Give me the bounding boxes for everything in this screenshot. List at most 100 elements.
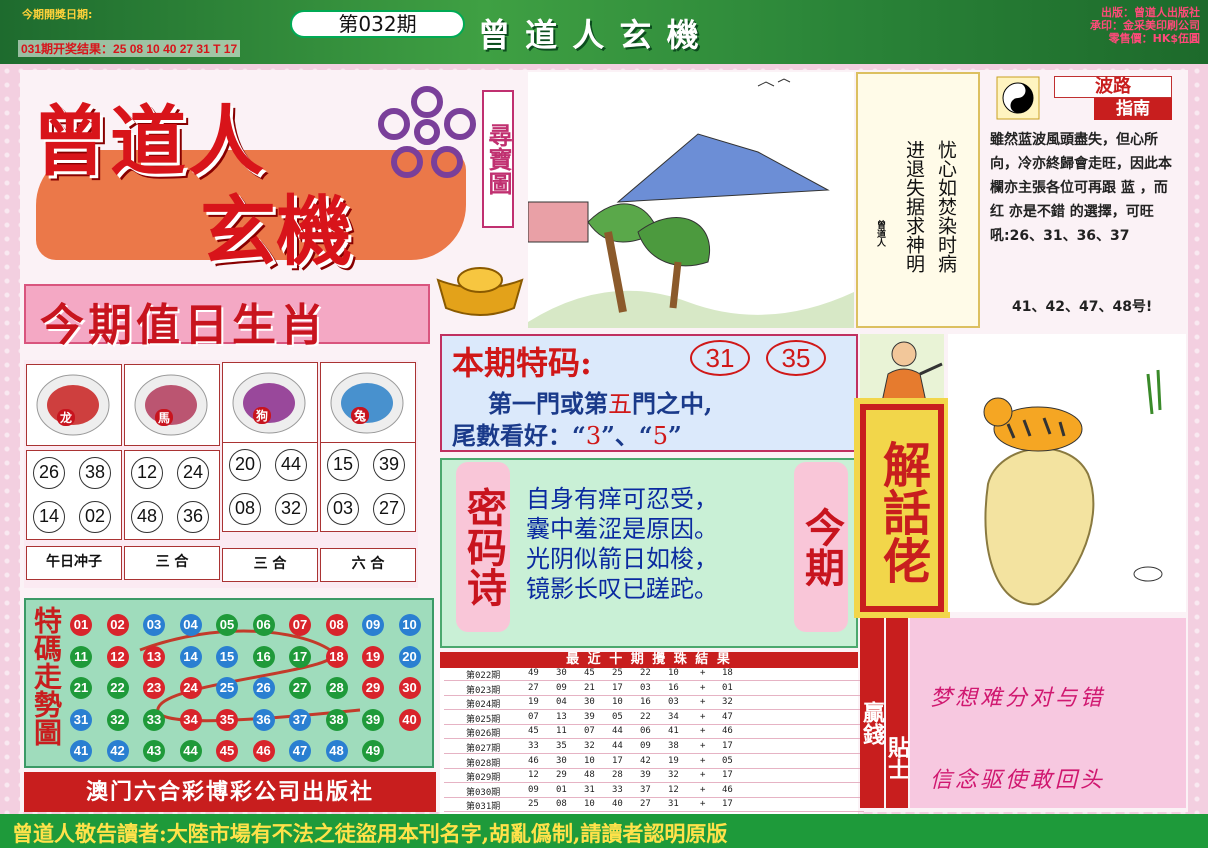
zodiac-number: 32 [275,493,307,525]
tail-number-1: 3 [585,422,602,450]
trend-ball: 14 [179,645,202,668]
history-special: 47 [722,711,733,722]
trend-label: 特碼走勢圖 [30,606,63,746]
issue-number: 第032期 [290,10,465,38]
open-date-label: 今期開獎日期: [22,8,93,21]
history-row: 第026期 45 11 07 44 06 41 +46 [444,726,864,740]
history-plus: + [700,682,706,693]
trend-ball: 31 [70,708,92,731]
trend-ball: 07 [289,614,311,636]
trend-ball: 35 [216,708,238,731]
history-number: 10 [584,799,595,810]
history-special: 17 [722,770,733,781]
trend-ball: 42 [106,740,129,762]
history-number: 44 [612,726,623,737]
history-number: 29 [556,770,567,781]
zodiac-relation: 六 合 [320,548,416,582]
history-number: 37 [640,784,651,795]
trend-ball: 05 [216,614,238,636]
history-number: 25 [528,799,539,810]
price-line: 零售價：HK$伍圓 [1108,32,1200,45]
history-plus: + [700,697,706,708]
history-number: 42 [640,755,651,766]
history-number: 16 [640,697,651,708]
zodiac-relation: 三 合 [124,546,220,580]
history-number: 31 [584,784,595,795]
history-number: 48 [584,770,595,781]
special-door-line: 第一門或第五門之中, [488,384,712,419]
history-issue: 第026期 [466,729,501,740]
history-special: 01 [722,682,733,693]
trend-ball: 43 [143,740,165,762]
history-number: 09 [528,784,539,795]
riddle-line1: 忧心如焚染时病 [935,140,957,273]
trend-ball: 30 [398,677,421,699]
history-plus: + [700,770,706,781]
zodiac-number: 15 [327,449,359,481]
trend-ball: 49 [362,740,384,762]
trend-ball: 28 [325,677,348,699]
history-issue: 第023期 [466,685,501,696]
zodiac-number: 38 [79,457,111,489]
trend-ball: 29 [362,677,384,699]
history-rows: 第022期 49 30 45 25 22 10 +18 第023期 27 09 21 17 03 16 +01… [444,668,864,814]
history-number: 07 [528,711,539,722]
trend-ball: 20 [398,645,421,668]
history-row: 第029期 12 29 48 28 39 32 +17 [444,770,864,784]
history-special: 05 [722,755,733,766]
history-special: 32 [722,697,733,708]
history-number: 27 [528,682,539,693]
history-title: 最 近 十 期 攪 珠 結 果 [440,652,858,668]
history-number: 39 [640,770,651,781]
tiger-illustration [948,334,1186,612]
poem-line: 自身有痒可忍受， [526,485,718,513]
trend-ball: 47 [289,740,311,762]
history-plus: + [700,668,706,678]
trend-ball: 21 [70,677,92,699]
trend-ball: 16 [252,645,275,668]
zodiac-number: 12 [131,457,163,489]
trend-ball: 03 [143,614,165,636]
trend-ball: 46 [252,740,275,762]
zodiac-animal-icon [36,374,110,436]
history-row: 第028期 46 30 10 17 42 19 +05 [444,756,864,769]
last-result: 031期开奖结果：25 08 10 40 27 31 T 17 [18,40,241,57]
jiehua-label: 解話佬 [854,398,950,618]
history-special: 46 [722,784,733,795]
trend-ball: 02 [106,614,129,636]
history-number: 08 [556,799,567,810]
history-number: 06 [640,726,651,737]
history-issue: 第024期 [466,700,501,711]
history-plus: + [700,711,706,722]
trend-ball: 26 [252,677,275,699]
history-number: 39 [584,711,595,722]
zodiac-relation: 午日冲子 [26,546,122,580]
zodiac-number: 48 [131,501,163,533]
zodiac-animal-icon [232,372,306,434]
special-number-2: 35 [766,340,826,376]
tips-label-tip: 貼士 [884,618,910,808]
door-number: 五 [608,390,632,418]
history-plus: + [700,741,706,751]
man-illustration [860,334,944,403]
zodiac-number: 27 [373,493,405,525]
yin-yang-icon [996,76,1040,120]
door-text-a: 第一門或第 [488,389,608,418]
flower-emblem [372,84,482,184]
history-number: 13 [556,711,567,722]
zodiac-numbers-cell: 15 39 03 27 [320,442,416,532]
trend-ball: 23 [143,677,165,699]
history-number: 10 [668,668,679,678]
history-number: 28 [612,770,623,781]
history-number: 32 [668,770,679,781]
zodiac-number: 03 [327,493,359,525]
zodiac-number: 20 [229,449,261,481]
bolu-text: 雖然蓝波風頭盡失，但心所向，冷亦終歸會走旺，因此本欄亦主張各位可再跟 蓝 ，而 … [990,132,1172,244]
trend-ball: 38 [325,708,348,731]
trend-ball: 04 [179,614,202,636]
zodiac-numbers-cell: 20 44 08 32 [222,442,318,532]
trend-ball: 01 [70,614,92,636]
history-number: 45 [528,726,539,737]
trend-ball: 48 [325,740,348,762]
landscape-illustration [527,72,854,328]
